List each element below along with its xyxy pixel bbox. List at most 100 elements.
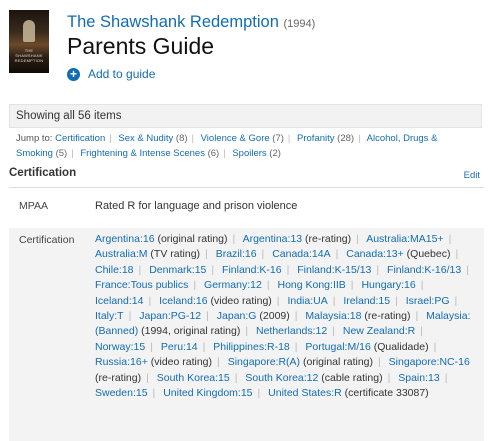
- certification-link[interactable]: India:UA: [287, 295, 327, 307]
- certification-link[interactable]: Finland:K-16/13: [387, 264, 461, 276]
- certification-entry: United Kingdom:15: [163, 387, 252, 399]
- certification-link[interactable]: Australia:MA15+: [366, 233, 443, 245]
- separator: |: [448, 233, 452, 245]
- separator: |: [150, 340, 153, 353]
- certification-link[interactable]: Netherlands:12: [256, 325, 327, 337]
- certification-entry: Hong Kong:IIB: [277, 279, 345, 291]
- certification-link[interactable]: Spain:13: [398, 372, 439, 384]
- certification-link[interactable]: Finland:K-16: [222, 264, 282, 276]
- certification-note: (re-rating): [302, 233, 352, 245]
- certification-link[interactable]: Norway:15: [95, 341, 145, 353]
- certification-link[interactable]: Japan:G: [217, 310, 257, 322]
- separator: |: [356, 233, 359, 245]
- certification-link[interactable]: United States:R: [268, 387, 342, 399]
- jump-count: (2): [266, 148, 281, 159]
- separator: |: [420, 279, 424, 292]
- certification-link[interactable]: South Korea:15: [157, 372, 230, 384]
- certification-entry: Argentina:13 (re-rating): [243, 233, 352, 245]
- certification-link[interactable]: Iceland:16: [159, 295, 207, 307]
- separator: |: [376, 263, 380, 276]
- certification-link[interactable]: Singapore:NC-16: [389, 356, 470, 368]
- certification-link[interactable]: Malaysia:18: [305, 310, 361, 322]
- movie-year: (1994): [283, 18, 316, 30]
- certification-link[interactable]: Argentina:16: [95, 233, 155, 245]
- separator: |: [332, 325, 335, 338]
- certification-link[interactable]: Italy:T: [95, 310, 124, 322]
- certification-link[interactable]: Hungary:16: [361, 279, 415, 291]
- certification-link[interactable]: Japan:PG-12: [139, 310, 201, 322]
- certification-link[interactable]: Germany:12: [204, 279, 262, 291]
- certification-link[interactable]: Chile:18: [95, 264, 134, 276]
- certification-note: (Quebec): [403, 248, 451, 261]
- certification-section-header: Certification Edit: [9, 167, 484, 188]
- separator: |: [332, 294, 336, 307]
- edit-link[interactable]: Edit: [464, 170, 480, 181]
- separator: |: [444, 371, 448, 384]
- separator: |: [223, 148, 226, 159]
- certification-link[interactable]: Brazil:16: [216, 248, 257, 260]
- certification-link[interactable]: Peru:14: [161, 341, 198, 353]
- jump-count: (6): [204, 148, 220, 159]
- certification-entry: South Korea:15: [157, 372, 230, 384]
- certification-link[interactable]: South Korea:12: [245, 372, 318, 384]
- separator: |: [387, 371, 391, 384]
- separator: |: [205, 248, 208, 261]
- certification-note: (cable rating): [318, 371, 383, 384]
- certification-entry: Finland:K-15/13: [297, 264, 371, 276]
- separator: |: [128, 310, 132, 323]
- separator: |: [191, 133, 194, 144]
- certification-link[interactable]: Iceland:14: [95, 295, 143, 307]
- certification-note: (certificate 33087): [341, 387, 429, 400]
- separator: |: [138, 263, 142, 276]
- certification-link[interactable]: Canada:13+: [346, 248, 404, 260]
- separator: |: [146, 371, 149, 384]
- certification-link[interactable]: Finland:K-15/13: [297, 264, 371, 276]
- certification-link[interactable]: Portugal:M/16: [305, 341, 370, 353]
- certification-link[interactable]: United Kingdom:15: [163, 387, 252, 399]
- separator: |: [217, 356, 220, 369]
- certification-entry: Finland:K-16/13: [387, 264, 461, 276]
- separator: |: [257, 387, 261, 400]
- certification-link[interactable]: Ireland:15: [343, 295, 390, 307]
- jump-count: (5): [52, 148, 68, 159]
- certification-link[interactable]: Canada:14A: [272, 248, 330, 260]
- certification-link[interactable]: Sweden:15: [95, 387, 148, 399]
- certification-entry: South Korea:12 (cable rating): [245, 372, 382, 384]
- certification-link[interactable]: Singapore:R(A): [228, 356, 300, 368]
- certification-note: (re-rating): [361, 310, 411, 323]
- certification-note: (re-rating): [95, 371, 142, 384]
- certification-link[interactable]: France:Tous publics: [95, 279, 188, 291]
- certification-entry: Malaysia:18 (re-rating): [305, 310, 410, 322]
- jump-link[interactable]: Spoilers: [232, 148, 266, 159]
- certification-entry: Japan:PG-12: [139, 310, 201, 322]
- separator: |: [202, 340, 206, 353]
- certification-entry: Japan:G (2009): [217, 310, 290, 322]
- certification-link[interactable]: Hong Kong:IIB: [277, 279, 345, 291]
- certification-entry: Israel:PG: [406, 295, 450, 307]
- certification-entry: Norway:15: [95, 341, 145, 353]
- certification-note: (original rating): [154, 233, 228, 245]
- jump-link[interactable]: Certification: [55, 133, 105, 144]
- movie-title-link[interactable]: The Shawshank Redemption: [67, 13, 279, 31]
- jump-link[interactable]: Profanity: [297, 133, 335, 144]
- certification-link[interactable]: Israel:PG: [406, 295, 450, 307]
- certification-entry: Canada:13+ (Quebec): [346, 248, 450, 260]
- add-to-guide-button[interactable]: + Add to guide: [67, 67, 155, 81]
- jump-link[interactable]: Violence & Gore: [201, 133, 270, 144]
- certification-link[interactable]: New Zealand:R: [343, 325, 415, 337]
- movie-poster[interactable]: THE SHAWSHANK REDEMPTION: [9, 10, 49, 73]
- certification-link[interactable]: Denmark:15: [149, 264, 206, 276]
- jump-link[interactable]: Frightening & Intense Scenes: [80, 148, 205, 159]
- certification-link[interactable]: Russia:16+: [95, 356, 148, 368]
- certification-entry: Spain:13: [398, 372, 439, 384]
- certification-entry: Peru:14: [161, 341, 198, 353]
- certification-entry: Philippines:R-18: [213, 341, 289, 353]
- jump-link[interactable]: Sex & Nudity: [118, 133, 173, 144]
- separator: |: [148, 294, 152, 307]
- certification-link[interactable]: Australia:M: [95, 248, 148, 260]
- certification-link[interactable]: Philippines:R-18: [213, 341, 289, 353]
- certification-link[interactable]: Argentina:13: [243, 233, 303, 245]
- title-header: THE SHAWSHANK REDEMPTION The Shawshank R…: [9, 10, 484, 90]
- plus-circle-icon: +: [67, 67, 80, 81]
- separator: |: [287, 133, 291, 144]
